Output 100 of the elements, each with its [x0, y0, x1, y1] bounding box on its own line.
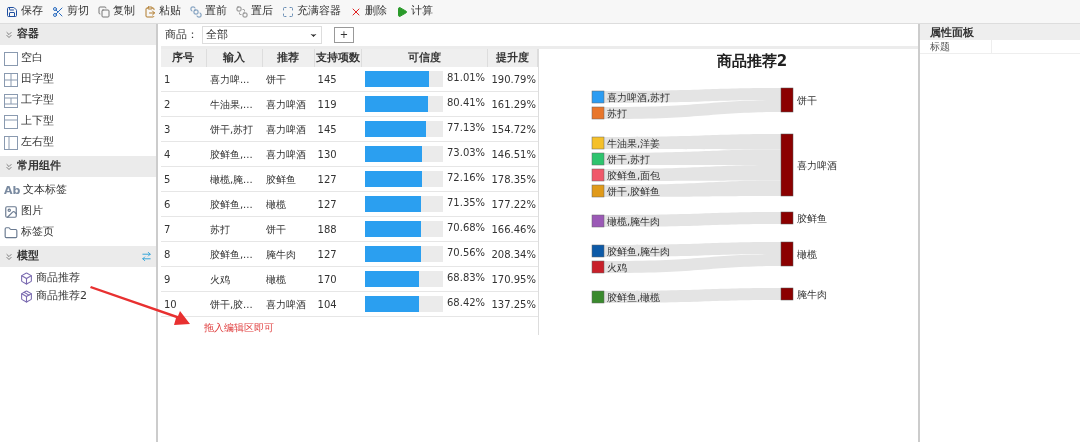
sidebar-item[interactable]: 田字型 — [0, 69, 156, 90]
table-cell-text: 68.83% — [447, 270, 487, 285]
table-cell-text: 119 — [316, 97, 338, 112]
column-header[interactable]: 可信度 — [362, 49, 489, 67]
table-cell-text: 7 — [163, 222, 172, 237]
layout-icon — [4, 135, 18, 150]
source-label: 饼干,苏打 — [607, 153, 651, 165]
sidebar-item[interactable]: 工字型 — [0, 90, 156, 111]
toolbar-button[interactable]: 粘贴 — [144, 3, 181, 20]
toolbar-button[interactable]: 剪切 — [52, 3, 89, 20]
column-header[interactable]: 支持项数 — [314, 49, 363, 67]
column-header[interactable]: 序号 — [161, 49, 207, 67]
table-cell-text: 80.41% — [447, 95, 487, 110]
table-cell-text: 饼干 — [264, 222, 287, 237]
image-icon — [4, 204, 18, 219]
table-cell-text: 188 — [316, 222, 338, 237]
chart-title: 商品推荐2 — [716, 51, 788, 72]
source-label: 橄榄,腌牛肉 — [607, 215, 661, 227]
table-cell-text: 71.35% — [447, 195, 487, 210]
folder-icon — [4, 225, 18, 240]
sidebar-item[interactable]: 上下型 — [0, 111, 156, 132]
target-label: 橄榄 — [797, 248, 817, 260]
target-label: 腌牛肉 — [797, 288, 827, 300]
table-cell-text: 177.22% — [490, 197, 537, 212]
paste-icon — [144, 5, 156, 18]
sidebar-item[interactable]: 图片 — [0, 201, 156, 222]
add-button[interactable]: + — [334, 27, 354, 43]
section-title: 容器 — [17, 26, 39, 43]
table-cell-text: 火鸡 — [208, 272, 231, 287]
section-title: 模型 — [17, 248, 39, 265]
table-cell-text: 154.72% — [490, 122, 537, 137]
copy-icon — [98, 5, 110, 18]
target-node — [780, 87, 794, 112]
column-header[interactable]: 推荐 — [262, 49, 315, 67]
source-label: 饼干,胶鲜鱼 — [607, 185, 661, 197]
table-cell-text: 70.68% — [447, 220, 487, 235]
table-cell-text: 5 — [163, 172, 172, 187]
save-icon — [6, 5, 18, 18]
toolbar-button[interactable]: 置前 — [190, 3, 227, 20]
table-cell-text: 喜力啤酒 — [264, 297, 307, 312]
target-label: 喜力啤酒 — [797, 159, 837, 171]
table-cell-text: 190.79% — [490, 72, 537, 87]
table-cell-text: 68.42% — [447, 295, 487, 310]
toolbar-button[interactable]: 删除 — [350, 3, 387, 20]
panel-title: 属性面板 — [920, 24, 1080, 40]
swap-arrows-icon[interactable] — [141, 251, 152, 262]
table-cell-text: 145 — [316, 122, 338, 137]
table-cell-text: 127 — [316, 247, 338, 262]
column-header[interactable]: 提升度 — [488, 49, 538, 67]
table-cell-text: 1 — [163, 72, 172, 87]
table-cell-text: 胶鲜鱼,... — [208, 247, 254, 262]
cube-icon — [20, 271, 33, 285]
section-header[interactable]: 模型 — [0, 246, 156, 267]
sidebar-item[interactable]: 商品推荐 — [0, 269, 156, 287]
toolbar-button[interactable]: 保存 — [6, 3, 43, 20]
sidebar-item[interactable]: 空白 — [0, 48, 156, 69]
target-node — [780, 241, 794, 266]
table-cell-text: 喜力啤酒 — [264, 97, 307, 112]
product-dropdown[interactable]: 全部 — [202, 26, 322, 44]
table-cell-text: 2 — [163, 97, 172, 112]
section-title: 常用组件 — [17, 158, 61, 175]
table-cell-text: 喜力啤酒 — [264, 122, 307, 137]
table-cell-text: 161.29% — [490, 97, 537, 112]
section-header[interactable]: 容器 — [0, 24, 156, 45]
sidebar-item[interactable]: 商品推荐2 — [0, 287, 156, 305]
table-cell-text: 77.13% — [447, 120, 487, 135]
section-header[interactable]: 常用组件 — [0, 156, 156, 177]
source-label: 喜力啤酒,苏打 — [607, 91, 671, 103]
layout-icon — [4, 93, 18, 108]
send-back-icon — [236, 5, 248, 18]
play-icon — [396, 5, 408, 18]
toolbar-button[interactable]: 置后 — [236, 3, 273, 20]
sidebar-item[interactable]: 左右型 — [0, 132, 156, 153]
toolbar-button[interactable]: 复制 — [98, 3, 135, 20]
table-cell-text: 喜力啤酒 — [264, 147, 307, 162]
source-label: 火鸡 — [607, 261, 627, 273]
toolbar-button[interactable]: 充满容器 — [282, 3, 341, 20]
table-cell-text: 166.46% — [490, 222, 537, 237]
layout-icon — [4, 51, 18, 66]
target-label: 胶鲜鱼 — [797, 212, 827, 224]
source-label: 胶鲜鱼,面包 — [607, 169, 661, 181]
table-cell-text: 137.25% — [490, 297, 537, 312]
column-header[interactable]: 输入 — [206, 49, 263, 67]
table-cell-text: 牛油果,... — [208, 97, 254, 112]
table-cell-text: 170 — [316, 272, 338, 287]
source-label: 胶鲜鱼,橄榄 — [607, 291, 661, 303]
filter-label: 商品： — [165, 26, 198, 43]
source-label: 苏打 — [607, 107, 627, 119]
sidebar-item[interactable]: 标签页 — [0, 222, 156, 243]
table-cell-text: 橄榄 — [264, 197, 287, 212]
sidebar-item[interactable]: Ab 文本标签 — [0, 180, 156, 201]
table-cell-text: 喜力啤... — [208, 72, 251, 87]
table-cell-text: 9 — [163, 272, 172, 287]
scissors-icon — [52, 5, 64, 18]
target-node — [780, 133, 794, 196]
table-cell-text: 4 — [163, 147, 172, 162]
target-label: 饼干 — [797, 94, 817, 106]
toolbar-button[interactable]: 计算 — [396, 3, 433, 20]
table-cell-text: 81.01% — [447, 70, 487, 85]
table-cell-text: 145 — [316, 72, 338, 87]
